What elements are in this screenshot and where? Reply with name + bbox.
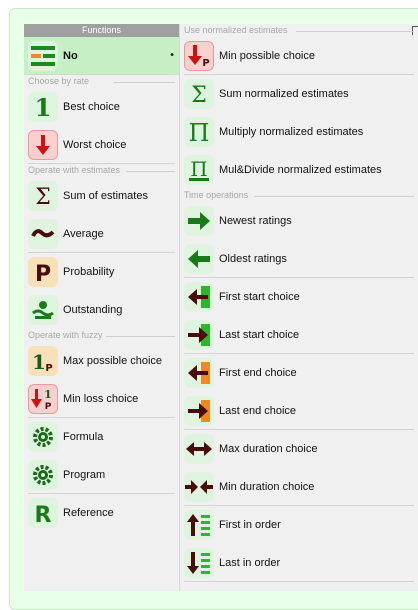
menu-item-label: Max duration choice — [219, 443, 318, 455]
svg-text:Σ: Σ — [35, 185, 51, 209]
outstanding-person-icon — [28, 295, 58, 325]
menu-item-first-start-choice[interactable]: First start choice — [180, 278, 418, 316]
last-end-icon — [184, 396, 214, 426]
right-column: Use normalized estimates P Min possible … — [180, 24, 418, 582]
down-arrow-icon — [28, 130, 58, 160]
svg-text:P: P — [45, 402, 52, 412]
menu-item-program[interactable]: Program — [24, 456, 179, 494]
menu-item-min-possible-choice[interactable]: P Min possible choice — [180, 37, 418, 75]
pi-product-icon: Π — [184, 117, 214, 147]
menu-item-label: Formula — [63, 431, 104, 443]
menu-item-first-in-order[interactable]: First in order — [180, 506, 418, 544]
svg-text:1: 1 — [44, 388, 52, 401]
menu-item-label: Min possible choice — [219, 50, 315, 62]
menu-item-label: Average — [63, 228, 104, 240]
menu-item-label: Sum of estimates — [63, 190, 148, 202]
tilde-icon — [28, 219, 58, 249]
svg-text:Π: Π — [190, 157, 207, 181]
left-column: Functions No • Choose by rate 1 Best cho… — [24, 24, 179, 532]
svg-text:P: P — [45, 363, 52, 374]
first-start-icon — [184, 282, 214, 312]
menu-item-multiply-normalized-estimates[interactable]: Π Multiply normalized estimates — [180, 113, 418, 151]
first-in-order-icon — [184, 510, 214, 540]
menu-item-label: Program — [63, 469, 106, 481]
menu-item-label: Min duration choice — [219, 481, 315, 493]
fuzzy-one-p-icon: 1P — [28, 346, 58, 376]
menu-item-label: Min loss choice — [63, 393, 139, 405]
menu-item-max-possible-choice[interactable]: 1P Max possible choice — [24, 342, 179, 380]
functions-header: Functions — [24, 24, 179, 37]
reference-r-icon: R — [28, 498, 58, 528]
svg-text:1: 1 — [32, 350, 46, 374]
no-function-icon — [28, 41, 58, 71]
menu-item-label: Oldest ratings — [219, 253, 287, 265]
svg-text:P: P — [202, 58, 209, 69]
menu-item-min-loss-choice[interactable]: 1P Min loss choice — [24, 380, 179, 418]
menu-item-label: Newest ratings — [219, 215, 292, 227]
menu-item-label: Last in order — [219, 557, 281, 569]
menu-item-label: First start choice — [219, 291, 300, 303]
svg-text:Σ: Σ — [191, 83, 207, 107]
menu-item-last-start-choice[interactable]: Last start choice — [180, 316, 418, 354]
menu-item-reference[interactable]: R Reference — [24, 494, 179, 532]
menu-item-no[interactable]: No • — [24, 37, 179, 75]
menu-item-best-choice[interactable]: 1 Best choice — [24, 88, 179, 126]
left-arrow-icon — [184, 244, 214, 274]
number-one-icon: 1 — [28, 92, 58, 122]
menu-item-label: Last end choice — [219, 405, 297, 417]
sigma-icon: Σ — [184, 79, 214, 109]
menu-item-min-duration-choice[interactable]: Min duration choice — [180, 468, 418, 506]
menu-item-worst-choice[interactable]: Worst choice — [24, 126, 179, 164]
menu-item-label: Last start choice — [219, 329, 300, 341]
menu-item-last-in-order[interactable]: Last in order — [180, 544, 418, 582]
svg-text:Π: Π — [189, 119, 210, 145]
menu-item-formula[interactable]: Formula — [24, 418, 179, 456]
menu-item-newest-ratings[interactable]: Newest ratings — [180, 202, 418, 240]
menu-item-last-end-choice[interactable]: Last end choice — [180, 392, 418, 430]
selected-bullet-icon: • — [169, 50, 175, 61]
probability-p-icon: P — [28, 257, 58, 287]
menu-item-label: First end choice — [219, 367, 297, 379]
menu-item-label: Sum normalized estimates — [219, 88, 349, 100]
menu-item-sum-of-estimates[interactable]: Σ Sum of estimates — [24, 177, 179, 215]
expand-arrows-icon — [184, 434, 214, 464]
menu-item-label: Multiply normalized estimates — [219, 126, 364, 138]
menu-item-first-end-choice[interactable]: First end choice — [180, 354, 418, 392]
menu-item-label: First in order — [219, 519, 281, 531]
group-operate-with-fuzzy: Operate with fuzzy — [24, 329, 179, 342]
group-time-operations: Time operations — [180, 189, 418, 202]
menu-item-label: Outstanding — [63, 304, 123, 316]
gear-icon — [28, 460, 58, 490]
group-use-normalized-estimates: Use normalized estimates — [180, 24, 418, 37]
group-operate-with-estimates: Operate with estimates — [24, 164, 179, 177]
collapse-arrows-icon — [184, 472, 214, 502]
last-in-order-icon — [184, 548, 214, 578]
pi-divide-icon: Π — [184, 155, 214, 185]
menu-item-muldivide-normalized-estimates[interactable]: Π Mul&Divide normalized estimates — [180, 151, 418, 189]
menu-item-label: Max possible choice — [63, 355, 163, 367]
menu-item-label: Reference — [63, 507, 114, 519]
fuzzy-down-arrow-icon: 1P — [28, 384, 58, 414]
right-arrow-icon — [184, 206, 214, 236]
gear-icon — [28, 422, 58, 452]
menu-item-label: Mul&Divide normalized estimates — [219, 164, 382, 176]
menu-item-sum-normalized-estimates[interactable]: Σ Sum normalized estimates — [180, 75, 418, 113]
last-start-icon — [184, 320, 214, 350]
svg-text:1: 1 — [35, 94, 52, 120]
menu-item-label: Probability — [63, 266, 115, 278]
down-arrow-p-icon: P — [184, 41, 214, 71]
svg-text:P: P — [35, 262, 51, 285]
menu-item-label: Best choice — [63, 101, 120, 113]
menu-item-label: No — [63, 50, 78, 62]
group-choose-by-rate: Choose by rate — [24, 75, 179, 88]
sigma-icon: Σ — [28, 181, 58, 211]
svg-text:R: R — [35, 503, 52, 526]
menu-item-max-duration-choice[interactable]: Max duration choice — [180, 430, 418, 468]
menu-item-average[interactable]: Average — [24, 215, 179, 253]
menu-item-outstanding[interactable]: Outstanding — [24, 291, 179, 329]
menu-item-label: Worst choice — [63, 139, 127, 151]
menu-item-oldest-ratings[interactable]: Oldest ratings — [180, 240, 418, 278]
first-end-icon — [184, 358, 214, 388]
menu-item-probability[interactable]: P Probability — [24, 253, 179, 291]
